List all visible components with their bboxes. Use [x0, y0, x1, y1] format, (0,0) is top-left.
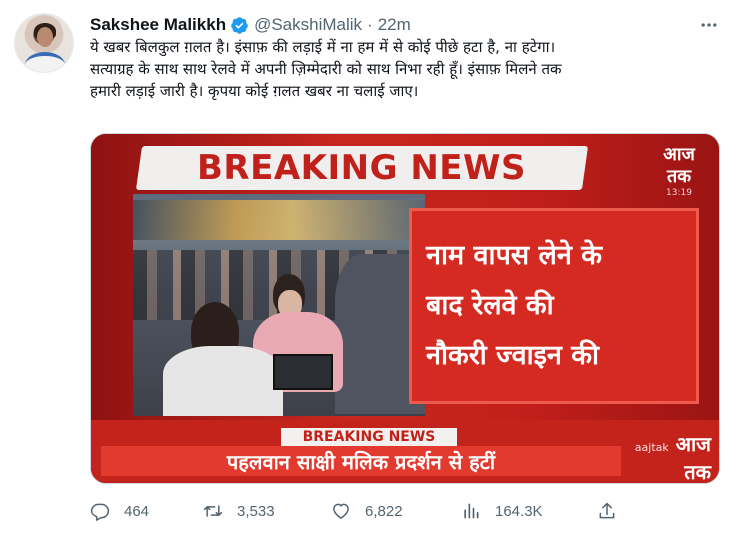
tweet-text-line: ये खबर बिलकुल ग़लत है। इंसाफ़ की लड़ाई म…: [90, 38, 556, 56]
tweet-actions: 464 3,533 6,822 164.3K: [90, 498, 620, 524]
more-icon[interactable]: [698, 14, 720, 36]
photo-phone: [273, 354, 333, 390]
tweet-text-line: हमारी लड़ाई जारी है। कृपया कोई ग़लत खबर …: [90, 82, 419, 100]
author-name[interactable]: Sakshee Malikkh: [90, 15, 226, 35]
retweet-icon: [203, 505, 223, 517]
ticker-channel-logo: aajtak आज तक: [627, 432, 711, 483]
verified-badge-icon: [230, 16, 249, 35]
like-count: 6,822: [365, 502, 403, 520]
ticker-logo-text: आज तक: [675, 432, 711, 484]
views-icon: [464, 503, 479, 519]
channel-logo-time: 13:19: [666, 188, 692, 198]
share-icon: [599, 502, 615, 519]
news-photo: [133, 194, 425, 416]
reply-icon: [90, 503, 110, 521]
retweet-button[interactable]: 3,533: [203, 501, 275, 521]
tweet-text: ये खबर बिलकुल ग़लत है। इंसाफ़ की लड़ाई म…: [90, 36, 730, 102]
news-ticker: BREAKING NEWS पहलवान साक्षी मलिक प्रदर्श…: [91, 420, 719, 483]
reply-button[interactable]: 464: [90, 501, 149, 521]
photo-person-shirt-front: [163, 346, 283, 416]
news-caption-line: नाम वापस लेने के: [426, 240, 602, 271]
ticker-headline-box: पहलवान साक्षी मलिक प्रदर्शन से हटीं: [101, 446, 621, 476]
ticker-headline: पहलवान साक्षी मलिक प्रदर्शन से हटीं: [226, 449, 496, 474]
author-handle[interactable]: @SakshiMalik: [254, 15, 362, 35]
heart-icon: [333, 503, 349, 519]
ticker-label: BREAKING NEWS: [281, 428, 457, 446]
channel-logo: आज तक 13:19: [651, 144, 707, 198]
reply-count: 464: [124, 502, 150, 520]
share-button[interactable]: [597, 501, 617, 521]
avatar[interactable]: [14, 13, 74, 73]
tweet-text-line: सत्याग्रह के साथ साथ रेलवे में अपनी ज़िम…: [90, 60, 562, 78]
tweet-timestamp[interactable]: 22m: [378, 15, 411, 35]
breaking-news-banner: BREAKING NEWS: [135, 146, 589, 190]
photo-background-band: [133, 200, 425, 240]
channel-logo-text: आज तक: [663, 144, 695, 187]
avatar-face: [37, 27, 53, 47]
news-caption-box: नाम वापस लेने के बाद रेलवे की नौकरी ज्वा…: [409, 208, 699, 404]
news-caption-line: नौकरी ज्वाइन की: [426, 340, 599, 371]
views-count: 164.3K: [495, 502, 543, 520]
separator-dot: ·: [367, 15, 373, 34]
like-button[interactable]: 6,822: [331, 501, 403, 521]
avatar-shirt: [25, 52, 65, 72]
ticker-inner: BREAKING NEWS पहलवान साक्षी मलिक प्रदर्श…: [101, 428, 621, 476]
retweet-count: 3,533: [237, 502, 275, 520]
news-caption-line: बाद रेलवे की: [426, 290, 554, 321]
tweet-header: Sakshee Malikkh @SakshiMalik · 22m: [90, 12, 720, 38]
tweet-media-image[interactable]: BREAKING NEWS आज तक 13:19 नाम वापस लेने …: [90, 133, 720, 484]
ticker-logo-prefix: aajtak: [634, 441, 669, 454]
views-button[interactable]: 164.3K: [461, 501, 543, 521]
breaking-news-text: BREAKING NEWS: [197, 148, 527, 188]
